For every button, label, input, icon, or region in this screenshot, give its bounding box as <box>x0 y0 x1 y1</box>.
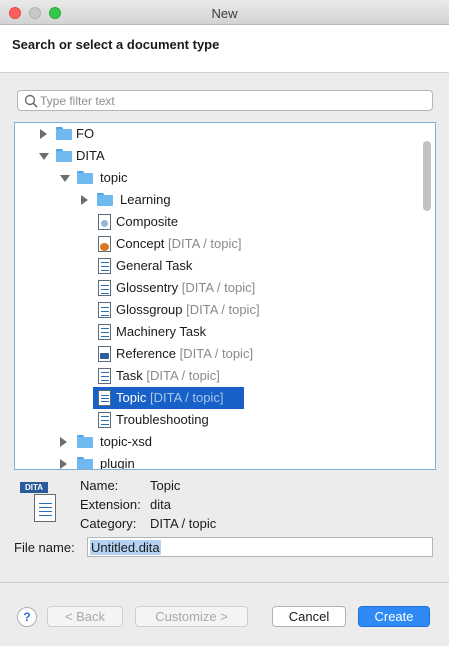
new-document-dialog: New Search or select a document type FO … <box>0 0 449 646</box>
tree-item-label: Topic [DITA / topic] <box>116 390 224 405</box>
glossgroup-file-icon <box>98 302 111 318</box>
folder-icon <box>56 127 72 140</box>
tree-item-topic-selected[interactable]: Topic [DITA / topic] <box>15 387 419 409</box>
tree-item-plugin[interactable]: plugin <box>15 453 419 470</box>
collapse-arrow-icon[interactable] <box>39 153 49 160</box>
folder-open-icon <box>77 171 93 184</box>
tree-item-label: General Task <box>116 258 193 273</box>
expand-arrow-icon[interactable] <box>60 437 67 447</box>
folder-icon <box>97 193 113 206</box>
tree-item-machinery-task[interactable]: Machinery Task <box>15 321 419 343</box>
divider <box>0 582 449 583</box>
filter-input[interactable] <box>40 92 420 109</box>
reference-file-icon <box>98 346 111 362</box>
customize-button[interactable]: Customize > <box>135 606 248 627</box>
task-file-icon <box>98 368 111 384</box>
composite-file-icon <box>98 214 111 230</box>
extension-value: dita <box>150 497 171 512</box>
expand-arrow-icon[interactable] <box>81 195 88 205</box>
dialog-heading: Search or select a document type <box>12 37 220 52</box>
search-icon <box>24 94 38 108</box>
name-value: Topic <box>150 478 181 493</box>
tree-item-dita[interactable]: DITA <box>15 145 419 167</box>
tree-item-topic-xsd[interactable]: topic-xsd <box>15 431 419 453</box>
concept-file-icon <box>98 236 111 252</box>
file-name-value[interactable]: Untitled.dita <box>90 540 161 555</box>
tree-item-label: Glossentry [DITA / topic] <box>116 280 256 295</box>
expand-arrow-icon[interactable] <box>40 129 47 139</box>
file-name-label: File name: <box>14 540 75 555</box>
tree-item-learning[interactable]: Learning <box>15 189 419 211</box>
tree-item-concept[interactable]: Concept [DITA / topic] <box>15 233 419 255</box>
tree-item-label: Glossgroup [DITA / topic] <box>116 302 260 317</box>
extension-label: Extension: <box>80 497 141 512</box>
tree-item-label: DITA <box>76 148 105 163</box>
expand-arrow-icon[interactable] <box>60 459 67 469</box>
tree-item-label: Concept [DITA / topic] <box>116 236 242 251</box>
window-title: New <box>211 6 238 21</box>
tree-item-task[interactable]: Task [DITA / topic] <box>15 365 419 387</box>
folder-icon <box>77 435 93 448</box>
tree-item-label: Troubleshooting <box>116 412 209 427</box>
tree-item-label: FO <box>76 126 95 141</box>
dialog-header: Search or select a document type <box>0 25 449 73</box>
troubleshooting-file-icon <box>98 412 111 428</box>
dita-badge: DITA <box>20 482 48 493</box>
tree-item-fo[interactable]: FO <box>15 123 419 145</box>
filter-field[interactable] <box>17 90 433 111</box>
tree-item-label: Machinery Task <box>116 324 207 339</box>
tree-item-label: Learning <box>120 192 171 207</box>
folder-open-icon <box>56 149 72 162</box>
help-button[interactable]: ? <box>17 607 37 627</box>
create-button[interactable]: Create <box>358 606 430 627</box>
file-name-field[interactable]: Untitled.dita <box>87 537 433 557</box>
tree-item-general-task[interactable]: General Task <box>15 255 419 277</box>
cancel-button[interactable]: Cancel <box>272 606 346 627</box>
title-bar: New <box>0 0 449 25</box>
task-file-icon <box>98 258 111 274</box>
dita-topic-icon: DITA <box>20 482 64 526</box>
document-type-tree[interactable]: FO DITA topic Learning Composite Concept… <box>14 122 436 470</box>
task-file-icon <box>98 324 111 340</box>
tree-item-label: topic <box>100 170 128 185</box>
tree-item-label: Reference [DITA / topic] <box>116 346 254 361</box>
tree-item-composite[interactable]: Composite <box>15 211 419 233</box>
tree-item-topic[interactable]: topic <box>15 167 419 189</box>
collapse-arrow-icon[interactable] <box>60 175 70 182</box>
back-button[interactable]: < Back <box>47 606 123 627</box>
tree-item-label: topic-xsd <box>100 434 153 449</box>
tree-item-label: Task [DITA / topic] <box>116 368 220 383</box>
tree-item-glossgroup[interactable]: Glossgroup [DITA / topic] <box>15 299 419 321</box>
tree-scrollbar[interactable] <box>423 141 431 211</box>
category-value: DITA / topic <box>150 516 217 531</box>
glossentry-file-icon <box>98 280 111 296</box>
tree-item-glossentry[interactable]: Glossentry [DITA / topic] <box>15 277 419 299</box>
topic-file-icon <box>98 390 111 406</box>
name-label: Name: <box>80 478 119 493</box>
tree-item-reference[interactable]: Reference [DITA / topic] <box>15 343 419 365</box>
category-label: Category: <box>80 516 137 531</box>
tree-item-troubleshooting[interactable]: Troubleshooting <box>15 409 419 431</box>
tree-item-label: plugin <box>100 456 135 470</box>
folder-icon <box>77 457 93 469</box>
tree-item-label: Composite <box>116 214 179 229</box>
